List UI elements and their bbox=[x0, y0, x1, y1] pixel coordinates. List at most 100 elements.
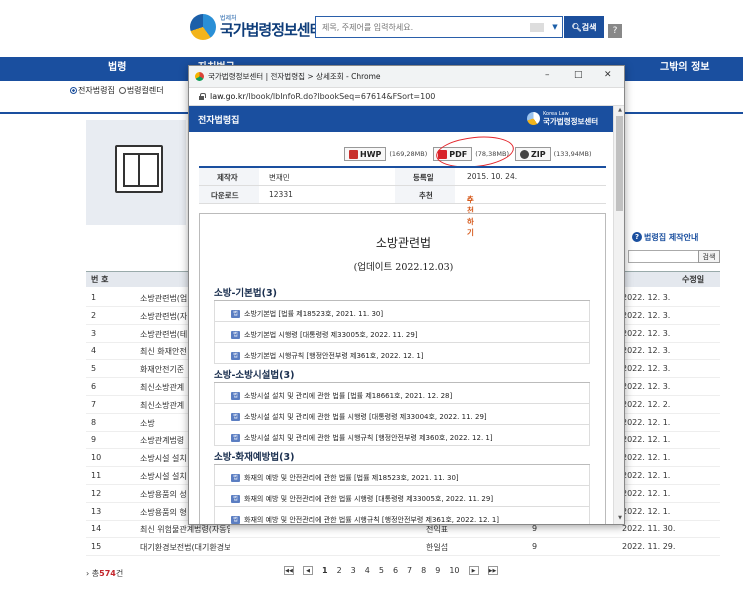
row-date: 2022. 12. 1. bbox=[622, 417, 671, 427]
page-number[interactable]: 5 bbox=[379, 566, 384, 575]
download-hwp-label: HWP bbox=[360, 149, 382, 159]
help-button[interactable]: ? bbox=[608, 24, 622, 38]
toc-section-title: 소방-화재예방법(3) bbox=[214, 446, 590, 465]
zip-file-icon bbox=[520, 149, 529, 159]
row-number: 5 bbox=[91, 364, 97, 374]
row-number: 4 bbox=[91, 346, 97, 356]
total-count: › 총574건 bbox=[86, 569, 124, 578]
book-update-date: (업데이트 2022.12.03) bbox=[353, 262, 454, 273]
page-number[interactable]: 7 bbox=[407, 566, 412, 575]
page-number[interactable]: 8 bbox=[421, 566, 426, 575]
search-box: ▼ bbox=[315, 16, 563, 38]
book-type-radio-group: 전자법령집 법령컬렌더 bbox=[70, 85, 164, 96]
header-date: 수정일 bbox=[682, 275, 705, 284]
toc-law-title: 화재의 예방 및 안전관리에 관한 법률 [법률 제18523호, 2021. … bbox=[244, 474, 459, 482]
page-number[interactable]: 2 bbox=[337, 566, 342, 575]
logo-mark-icon bbox=[527, 112, 540, 125]
hwp-file-icon bbox=[349, 149, 358, 159]
popup-scrollbar[interactable]: ▲ ▼ bbox=[613, 106, 624, 524]
toc-law-title: 소방시설 설치 및 관리에 관한 법률 시행규칙 [행정안전부령 제360호, … bbox=[244, 434, 493, 442]
toc-law-link[interactable]: 법 소방시설 설치 및 관리에 관한 법률 시행령 [대통령령 제33004호, … bbox=[214, 404, 590, 425]
toc-law-link[interactable]: 법 화재의 예방 및 안전관리에 관한 법률 시행령 [대통령령 제33005호,… bbox=[214, 486, 590, 507]
ebook-logo: Korea Law 국가법령정보센터 bbox=[527, 111, 598, 126]
minimize-button[interactable]: – bbox=[545, 70, 550, 80]
row-date: 2022. 12. 1. bbox=[622, 453, 671, 463]
logo-mark-icon bbox=[190, 14, 216, 40]
toc-law-link[interactable]: 법 소방시설 설치 및 관리에 관한 법률 시행규칙 [행정안전부령 제360호,… bbox=[214, 425, 590, 446]
page-number[interactable]: 1 bbox=[322, 566, 328, 575]
question-icon: ? bbox=[632, 232, 642, 242]
logo-title: 국가법령정보센터 bbox=[220, 21, 323, 39]
nav-item-laws[interactable]: 법령 bbox=[108, 57, 126, 81]
row-title[interactable]: 대기환경보전법(대기환경보전법) bbox=[140, 542, 230, 553]
scroll-thumb[interactable] bbox=[616, 116, 623, 211]
ebook-popup-window: 국가법령정보센터 | 전자법령집 > 상세조회 - Chrome – □ ✕ l… bbox=[188, 65, 625, 525]
nav-item-other-info[interactable]: 그밖의 정보 bbox=[660, 57, 709, 81]
page-number[interactable]: 6 bbox=[393, 566, 398, 575]
guide-button[interactable]: ? 법령집 제작안내 bbox=[632, 230, 698, 244]
radio-label: 전자법령집 bbox=[78, 86, 115, 95]
prev-page-icon[interactable]: ◀ bbox=[303, 566, 313, 575]
book-title: 소방관련법 bbox=[375, 236, 432, 250]
download-zip-button[interactable]: ZIP bbox=[515, 147, 551, 161]
row-number: 7 bbox=[91, 399, 97, 409]
row-number: 8 bbox=[91, 417, 97, 427]
hwp-size: (169,28MB) bbox=[389, 150, 428, 158]
chrome-icon bbox=[195, 72, 204, 81]
close-button[interactable]: ✕ bbox=[604, 70, 612, 80]
download-hwp-button[interactable]: HWP bbox=[344, 147, 387, 161]
keyboard-icon[interactable] bbox=[530, 22, 544, 32]
toc-law-link[interactable]: 법 소방시설 설치 및 관리에 관한 법률 [법률 제18661호, 2021. … bbox=[214, 383, 590, 404]
row-date: 2022. 12. 1. bbox=[622, 488, 671, 498]
search-input[interactable] bbox=[316, 18, 530, 36]
zip-size: (133,94MB) bbox=[553, 150, 592, 158]
download-count-value: 12331 bbox=[269, 190, 293, 199]
row-title[interactable]: 최신 위험물관계법령(자동업데이트) bbox=[140, 524, 230, 535]
chevron-down-icon[interactable]: ▼ bbox=[550, 18, 560, 36]
scroll-up-icon[interactable]: ▲ bbox=[616, 107, 624, 115]
maximize-button[interactable]: □ bbox=[574, 70, 583, 80]
book-content: 소방관련법 (업데이트 2022.12.03) 소방-기본법(3) 법 소방기본법 … bbox=[199, 213, 606, 524]
search-button[interactable]: 🔍︎ 검색 bbox=[564, 16, 604, 38]
law-badge-icon: 법 bbox=[231, 331, 240, 339]
download-zip-label: ZIP bbox=[531, 149, 546, 159]
scroll-down-icon[interactable]: ▼ bbox=[616, 515, 624, 523]
page-number[interactable]: 3 bbox=[351, 566, 356, 575]
first-page-icon[interactable]: ◀◀ bbox=[284, 566, 294, 575]
row-date: 2022. 12. 1. bbox=[622, 506, 671, 516]
row-date: 2022. 12. 3. bbox=[622, 346, 671, 356]
window-title-bar[interactable]: 국가법령정보센터 | 전자법령집 > 상세조회 - Chrome – □ ✕ bbox=[189, 66, 624, 88]
guide-button-label: 법령집 제작안내 bbox=[644, 232, 699, 242]
toc-law-link[interactable]: 법 소방기본법 시행규칙 [행정안전부령 제361호, 2022. 12. 1] bbox=[214, 343, 590, 364]
list-search-button[interactable]: 검색 bbox=[698, 250, 720, 263]
toc-law-link[interactable]: 법 화재의 예방 및 안전관리에 관한 법률 시행규칙 [행정안전부령 제361호… bbox=[214, 507, 590, 524]
law-badge-icon: 법 bbox=[231, 352, 240, 360]
radio-selected-icon bbox=[70, 87, 77, 94]
site-logo[interactable]: 법제처 국가법령정보센터 bbox=[190, 14, 323, 40]
row-number: 12 bbox=[91, 488, 102, 498]
window-title: 국가법령정보센터 | 전자법령집 > 상세조회 - Chrome bbox=[208, 72, 381, 81]
row-date: 2022. 12. 3. bbox=[622, 310, 671, 320]
address-bar[interactable]: law.go.kr/lbook/lbInfoR.do?lbookSeq=6761… bbox=[189, 88, 624, 106]
radio-calendar[interactable]: 법령컬렌더 bbox=[118, 85, 164, 96]
toc-law-link[interactable]: 법 소방기본법 시행령 [대통령령 제33005호, 2022. 11. 29] bbox=[214, 322, 590, 343]
page-number[interactable]: 10 bbox=[449, 566, 459, 575]
page-number[interactable]: 4 bbox=[365, 566, 370, 575]
total-number: 574 bbox=[99, 569, 116, 578]
last-page-icon[interactable]: ▶▶ bbox=[487, 566, 498, 575]
radio-ebook[interactable]: 전자법령집 bbox=[70, 85, 115, 96]
toc-section-title: 소방-기본법(3) bbox=[214, 282, 590, 301]
ebook-header: 전자법령집 Korea Law 국가법령정보센터 bbox=[189, 106, 613, 132]
next-page-icon[interactable]: ▶ bbox=[468, 566, 479, 575]
row-date: 2022. 11. 30. bbox=[622, 524, 676, 534]
row-date: 2022. 12. 1. bbox=[622, 435, 671, 445]
table-row[interactable]: 15 대기환경보전법(대기환경보전법) 한일섭 9 2022. 11. 29. bbox=[86, 538, 720, 557]
lock-icon[interactable] bbox=[198, 93, 206, 100]
table-of-contents: 소방-기본법(3) 법 소방기본법 [법률 제18523호, 2021. 11. 3… bbox=[214, 282, 590, 524]
search-icon: 🔍︎ bbox=[571, 22, 582, 32]
ebook-logo-title: 국가법령정보센터 bbox=[543, 117, 599, 126]
page-number[interactable]: 9 bbox=[435, 566, 440, 575]
toc-law-link[interactable]: 법 소방기본법 [법률 제18523호, 2021. 11. 30] bbox=[214, 301, 590, 322]
toc-law-link[interactable]: 법 화재의 예방 및 안전관리에 관한 법률 [법률 제18523호, 2021.… bbox=[214, 465, 590, 486]
law-badge-icon: 법 bbox=[231, 516, 240, 524]
